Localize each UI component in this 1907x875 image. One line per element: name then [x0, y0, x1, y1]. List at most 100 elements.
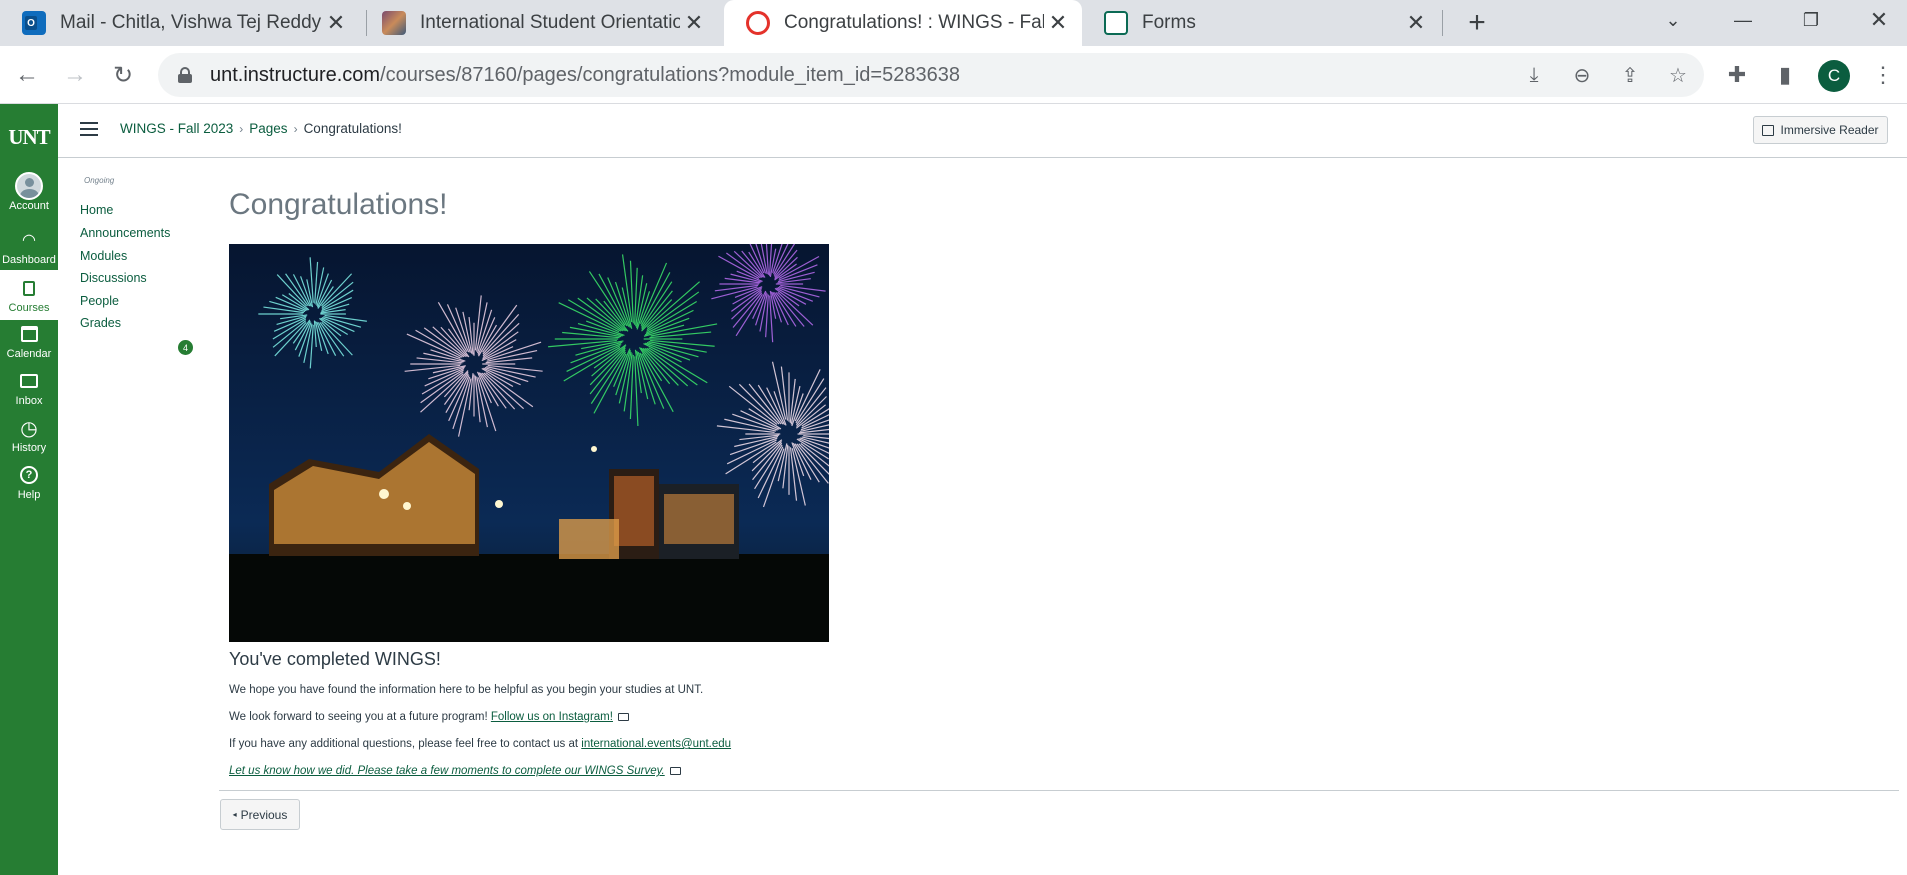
nav-label: Dashboard — [2, 254, 56, 266]
tab-forms[interactable]: Forms ✕ — [1082, 0, 1440, 46]
nav-label: Help — [17, 489, 41, 501]
close-icon[interactable]: ✕ — [1402, 9, 1430, 37]
calendar-icon — [20, 320, 38, 348]
photo-icon — [382, 11, 406, 35]
help-icon: ? — [20, 461, 38, 489]
tab-divider — [1442, 10, 1443, 36]
instagram-link[interactable]: Follow us on Instagram! — [491, 711, 613, 723]
url-domain: unt.instructure.com — [210, 63, 381, 86]
url-text: unt.instructure.com/courses/87160/pages/… — [210, 64, 960, 87]
install-icon[interactable]: ⤓ — [1520, 61, 1548, 89]
account-icon — [15, 172, 43, 200]
chevron-right-icon: › — [239, 122, 244, 136]
nav-dashboard[interactable]: ◠ Dashboard — [0, 226, 58, 272]
chevron-right-icon: › — [293, 122, 298, 136]
minimize-button[interactable]: — — [1720, 0, 1766, 40]
address-bar[interactable]: unt.instructure.com/courses/87160/pages/… — [158, 53, 1704, 97]
history-icon: ◷ — [20, 417, 38, 440]
breadcrumb-course-link[interactable]: WINGS - Fall 2023 — [120, 121, 233, 136]
immersive-reader-button[interactable]: Immersive Reader — [1753, 116, 1888, 144]
close-icon[interactable]: ✕ — [680, 9, 708, 37]
share-icon[interactable]: ⇪ — [1616, 61, 1644, 89]
hamburger-menu-icon[interactable] — [80, 122, 98, 136]
nav-help[interactable]: ? Help — [0, 461, 58, 507]
logo-text: UNT — [8, 124, 50, 149]
contact-paragraph: If you have any additional questions, pl… — [229, 738, 731, 750]
extensions-icon[interactable]: ✚ — [1720, 58, 1754, 92]
completion-heading: You've completed WINGS! — [229, 649, 441, 669]
global-navigation: UNT Account ◠ Dashboard Courses Calendar… — [0, 104, 58, 875]
back-button[interactable]: ← — [10, 58, 44, 92]
nav-inbox[interactable]: Inbox — [0, 367, 58, 413]
nav-label: History — [11, 442, 47, 454]
close-icon[interactable]: ✕ — [1044, 9, 1072, 37]
instagram-paragraph: We look forward to seeing you at a futur… — [229, 711, 629, 723]
tab-search-chevron-icon[interactable]: ⌄ — [1650, 0, 1696, 40]
previous-button[interactable]: ◂ Previous — [220, 799, 300, 830]
tab-congratulations[interactable]: Congratulations! : WINGS - Fall 2023 ✕ — [724, 0, 1082, 46]
courses-icon — [23, 274, 35, 302]
external-link-icon — [669, 766, 681, 775]
intro-paragraph: We hope you have found the information h… — [229, 684, 704, 696]
survey-paragraph: Let us know how we did. Please take a fe… — [229, 765, 681, 777]
restore-button[interactable]: ❐ — [1788, 0, 1834, 40]
grades-count-badge: 4 — [178, 340, 193, 355]
close-icon[interactable]: ✕ — [322, 9, 350, 37]
reload-button[interactable]: ↻ — [106, 58, 140, 92]
course-nav-announcements[interactable]: Announcements — [80, 226, 170, 240]
term-label: Ongoing — [84, 176, 115, 185]
course-nav-people[interactable]: People — [80, 294, 119, 308]
page-title: Congratulations! — [229, 188, 448, 221]
fireworks-stadium-image — [229, 244, 829, 642]
tab-mail[interactable]: O Mail - Chitla, Vishwa Tej Reddy - Outl… — [0, 0, 360, 46]
inbox-icon — [20, 367, 38, 395]
breadcrumb-current: Congratulations! — [303, 121, 402, 136]
tab-title: International Student Orientation — [420, 12, 680, 33]
fireworks-illustration — [229, 244, 829, 642]
course-nav-modules[interactable]: Modules — [80, 249, 127, 263]
immersive-reader-label: Immersive Reader — [1780, 123, 1879, 137]
course-nav-discussions[interactable]: Discussions — [80, 271, 147, 285]
course-nav-grades[interactable]: Grades — [80, 316, 121, 330]
email-link[interactable]: international.events@unt.edu — [581, 738, 731, 750]
instagram-text: We look forward to seeing you at a futur… — [229, 711, 491, 723]
forms-icon — [1104, 11, 1128, 35]
nav-history[interactable]: ◷ History — [0, 414, 58, 460]
forward-button[interactable]: → — [58, 58, 92, 92]
tab-title: Mail - Chitla, Vishwa Tej Reddy - Outloo… — [60, 12, 322, 33]
breadcrumb-pages-link[interactable]: Pages — [249, 121, 287, 136]
page-content: Congratulations! You've completed WINGS!… — [229, 158, 1899, 798]
previous-label: Previous — [240, 807, 288, 822]
contact-text: If you have any additional questions, pl… — [229, 738, 582, 750]
nav-account[interactable]: Account — [0, 172, 58, 218]
new-tab-button[interactable]: + — [1460, 6, 1494, 40]
caret-left-icon: ◂ — [232, 810, 237, 819]
dashboard-icon: ◠ — [22, 232, 36, 249]
nav-label: Calendar — [6, 348, 52, 360]
unt-logo[interactable]: UNT — [0, 122, 58, 152]
breadcrumb: WINGS - Fall 2023 › Pages › Congratulations! — [120, 121, 402, 136]
url-path: /courses/87160/pages/congratulations?mod… — [380, 63, 960, 86]
outlook-icon: O — [22, 11, 46, 35]
tab-orientation[interactable]: International Student Orientation ✕ — [360, 0, 718, 46]
window-close-button[interactable]: ✕ — [1856, 0, 1902, 40]
nav-label: Account — [9, 200, 49, 212]
profile-avatar[interactable]: C — [1818, 60, 1850, 92]
external-link-icon — [617, 712, 629, 721]
breadcrumb-header: WINGS - Fall 2023 › Pages › Congratulations!… — [58, 104, 1907, 158]
zoom-out-icon[interactable]: ⊖ — [1568, 61, 1596, 89]
bookmark-star-icon[interactable]: ☆ — [1664, 61, 1692, 89]
footer-divider — [219, 790, 1899, 791]
canvas-icon — [746, 11, 770, 35]
survey-link[interactable]: Let us know how we did. Please take a fe… — [229, 765, 665, 777]
nav-label: Inbox — [15, 395, 43, 407]
lock-icon — [178, 67, 192, 83]
tab-title: Congratulations! : WINGS - Fall 2023 — [784, 12, 1044, 33]
course-nav-home[interactable]: Home — [80, 203, 113, 217]
browser-toolbar: ← → ↻ unt.instructure.com/courses/87160/… — [0, 46, 1907, 104]
side-panel-icon[interactable]: ▮ — [1768, 58, 1802, 92]
nav-calendar[interactable]: Calendar — [0, 320, 58, 366]
nav-courses[interactable]: Courses — [0, 270, 58, 320]
immersive-reader-icon — [1762, 124, 1775, 136]
menu-kebab-icon[interactable]: ⋮ — [1866, 58, 1900, 92]
